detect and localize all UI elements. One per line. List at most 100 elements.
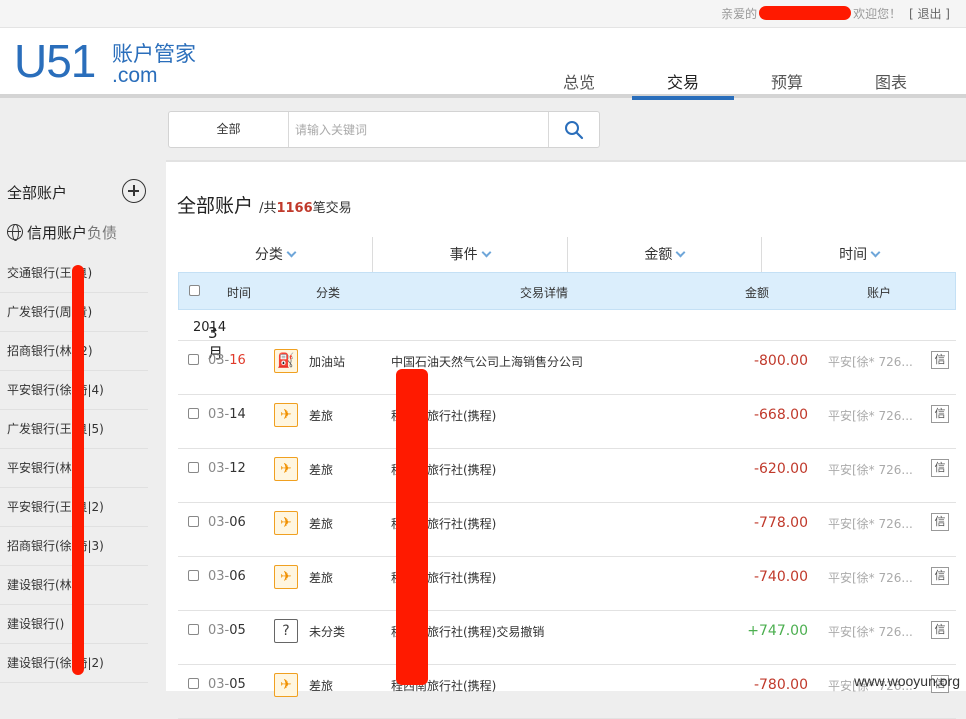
- filter-label: 分类: [254, 247, 283, 263]
- row-date: 03-05: [208, 623, 246, 638]
- search-button[interactable]: [548, 112, 599, 147]
- tab-charts[interactable]: 图表: [840, 66, 942, 100]
- chevron-down-icon: [481, 247, 492, 258]
- row-date: 03-06: [208, 515, 246, 530]
- redaction-mark: [72, 265, 84, 675]
- table-row[interactable]: 03-12 ✈ 差旅 程西南旅行社(携程) -620.00 平安[徐* 726.…: [178, 449, 956, 503]
- credit-tag: 信: [931, 405, 949, 423]
- count-suffix: 笔交易: [312, 201, 352, 216]
- airplane-icon: ✈: [274, 511, 298, 535]
- sidebar-section-credit[interactable]: 信用账户负债: [7, 222, 117, 243]
- select-all-checkbox[interactable]: [189, 285, 200, 296]
- row-date: 03-14: [208, 407, 246, 422]
- logo-domain: .com: [112, 64, 158, 87]
- column-detail[interactable]: 交易详情: [520, 284, 568, 301]
- greeting: 亲爱的 欢迎您！ [ 退出 ]: [721, 5, 950, 22]
- sidebar-title[interactable]: 全部账户: [7, 182, 67, 203]
- column-time[interactable]: 时间: [227, 284, 251, 301]
- transaction-count: /共1166笔交易: [259, 201, 352, 216]
- top-bar: 亲爱的 欢迎您！ [ 退出 ]: [0, 0, 966, 28]
- row-date: 03-12: [208, 461, 246, 476]
- filter-label: 事件: [449, 247, 478, 263]
- date-day: 16: [229, 353, 246, 368]
- date-day: 06: [229, 515, 246, 530]
- row-amount: +747.00: [747, 623, 808, 639]
- date-day: 12: [229, 461, 246, 476]
- date-day: 14: [229, 407, 246, 422]
- tab-transactions[interactable]: 交易: [632, 66, 734, 100]
- chevron-down-icon: [870, 247, 881, 258]
- row-date: 03-05: [208, 677, 246, 692]
- row-category[interactable]: 未分类: [309, 623, 345, 640]
- main-nav: 总览 交易 预算 图表: [528, 66, 944, 100]
- transactions-panel: 全部账户 /共1166笔交易 分类 事件 金额 时间 时间 分类 交易详情 金额…: [166, 160, 966, 719]
- filter-category[interactable]: 分类: [178, 237, 373, 273]
- column-account[interactable]: 账户: [867, 284, 891, 301]
- row-category[interactable]: 差旅: [309, 677, 333, 694]
- row-amount: -800.00: [753, 353, 808, 369]
- row-checkbox[interactable]: [188, 354, 199, 365]
- row-checkbox[interactable]: [188, 678, 199, 689]
- row-checkbox[interactable]: [188, 624, 199, 635]
- column-amount[interactable]: 金额: [745, 284, 769, 301]
- logo-mark[interactable]: U51: [14, 34, 96, 88]
- row-checkbox[interactable]: [188, 408, 199, 419]
- credit-tag: 信: [931, 351, 949, 369]
- table-row[interactable]: 03-14 ✈ 差旅 程西南旅行社(携程) -668.00 平安[徐* 726.…: [178, 395, 956, 449]
- search-scope[interactable]: 全部: [169, 112, 289, 147]
- table-row[interactable]: 03-05 ✈ 差旅 程西南旅行社(携程) -780.00 平安[徐* 726.…: [178, 665, 956, 719]
- logout-link[interactable]: [ 退出 ]: [909, 7, 950, 21]
- table-row[interactable]: 03-06 ✈ 差旅 程西南旅行社(携程) -740.00 平安[徐* 726.…: [178, 557, 956, 611]
- row-checkbox[interactable]: [188, 570, 199, 581]
- row-category[interactable]: 差旅: [309, 407, 333, 424]
- search-input[interactable]: [289, 112, 548, 147]
- page-title-text: 全部账户: [177, 195, 254, 217]
- airplane-icon: ✈: [274, 673, 298, 697]
- credit-tag: 信: [931, 513, 949, 531]
- watermark: www.wooyun.org: [854, 673, 960, 689]
- row-checkbox[interactable]: [188, 462, 199, 473]
- row-date: 03-06: [208, 569, 246, 584]
- date-day: 06: [229, 569, 246, 584]
- row-account: 平安[徐* 726...: [828, 409, 913, 423]
- row-detail: 中国石油天然气公司上海销售分公司: [391, 355, 584, 369]
- row-category[interactable]: 差旅: [309, 461, 333, 478]
- globe-icon: [7, 224, 23, 241]
- row-amount: -620.00: [753, 461, 808, 477]
- tab-budget[interactable]: 预算: [736, 66, 838, 100]
- row-category[interactable]: 差旅: [309, 569, 333, 586]
- search-icon: [565, 120, 584, 139]
- airplane-icon: ✈: [274, 457, 298, 481]
- date-month: 03-: [208, 461, 230, 476]
- row-account: 平安[徐* 726...: [828, 463, 913, 477]
- date-month: 03-: [208, 623, 230, 638]
- table-row[interactable]: 03-16 ⛽ 加油站 中国石油天然气公司上海销售分公司 -800.00 平安[…: [178, 341, 956, 395]
- filter-label: 金额: [644, 247, 673, 263]
- add-account-icon[interactable]: [122, 179, 146, 203]
- filter-event[interactable]: 事件: [373, 237, 568, 273]
- count-value: 1166: [276, 201, 313, 216]
- count-prefix: /共: [259, 201, 277, 216]
- filter-amount[interactable]: 金额: [568, 237, 763, 273]
- date-month: 03-: [208, 353, 230, 368]
- gas-station-icon: ⛽: [274, 349, 298, 373]
- date-day: 05: [229, 623, 246, 638]
- credit-tag: 信: [931, 621, 949, 639]
- row-category[interactable]: 差旅: [309, 515, 333, 532]
- column-category[interactable]: 分类: [316, 284, 340, 301]
- row-checkbox[interactable]: [188, 516, 199, 527]
- greeting-suffix: 欢迎您！: [853, 7, 902, 21]
- date-month: 03-: [208, 407, 230, 422]
- redacted-username: [759, 6, 852, 20]
- table-row[interactable]: 03-05 ? 未分类 程西南旅行社(携程)交易撤销 +747.00 平安[徐*…: [178, 611, 956, 665]
- row-amount: -740.00: [753, 569, 808, 585]
- row-category[interactable]: 加油站: [309, 353, 345, 370]
- tab-overview[interactable]: 总览: [528, 66, 630, 100]
- chevron-down-icon: [286, 247, 297, 258]
- row-account: 平安[徐* 726...: [828, 571, 913, 585]
- table-row[interactable]: 03-06 ✈ 差旅 程西南旅行社(携程) -778.00 平安[徐* 726.…: [178, 503, 956, 557]
- row-date: 03-16: [208, 353, 246, 368]
- month-group-header: 3月 2014: [178, 310, 956, 362]
- filter-bar: 分类 事件 金额 时间: [178, 237, 956, 273]
- filter-time[interactable]: 时间: [762, 237, 956, 273]
